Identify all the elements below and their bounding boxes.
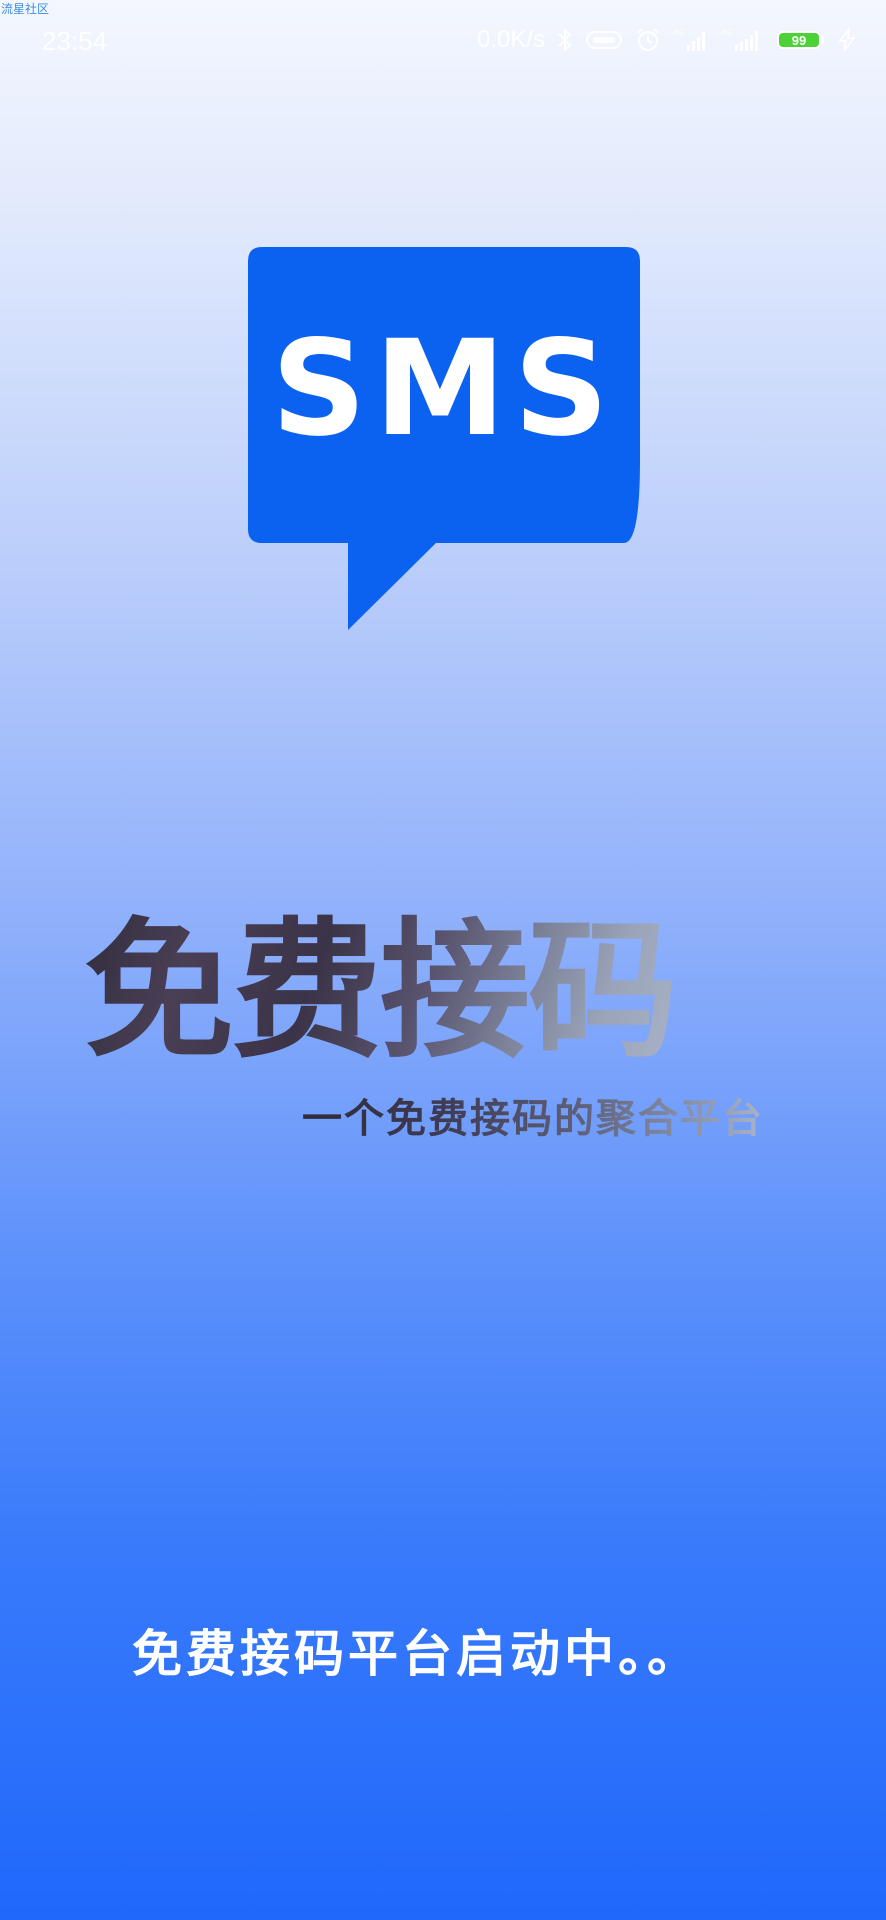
charging-icon — [836, 27, 858, 53]
headline: 免费接码 — [84, 870, 678, 1087]
watermark: 流星社区 — [1, 2, 50, 16]
network-speed: 0.0K/s — [476, 26, 545, 53]
status-time: 23:54 — [42, 26, 108, 56]
bluetooth-icon — [557, 27, 573, 53]
signal-4g-icon: 4G — [673, 27, 709, 53]
sms-logo: SMS — [248, 247, 640, 632]
svg-text:4G: 4G — [673, 28, 684, 37]
alarm-icon — [635, 27, 661, 53]
battery-level: 99 — [777, 31, 821, 49]
status-bar: 23:54 0.0K/s 4G 4G 99 — [0, 22, 886, 64]
signal-4g-icon: 4G — [721, 27, 765, 53]
battery-icon: 99 — [777, 31, 824, 49]
vr-icon — [585, 29, 623, 51]
status-icons: 0.0K/s 4G 4G 99 — [477, 26, 858, 54]
svg-text:4G: 4G — [721, 28, 732, 37]
sms-logo-text: SMS — [271, 312, 617, 466]
loading-text: 免费接码平台启动中。。 — [132, 1625, 701, 1683]
subtitle: 一个免费接码的聚合平台 — [302, 1086, 764, 1144]
